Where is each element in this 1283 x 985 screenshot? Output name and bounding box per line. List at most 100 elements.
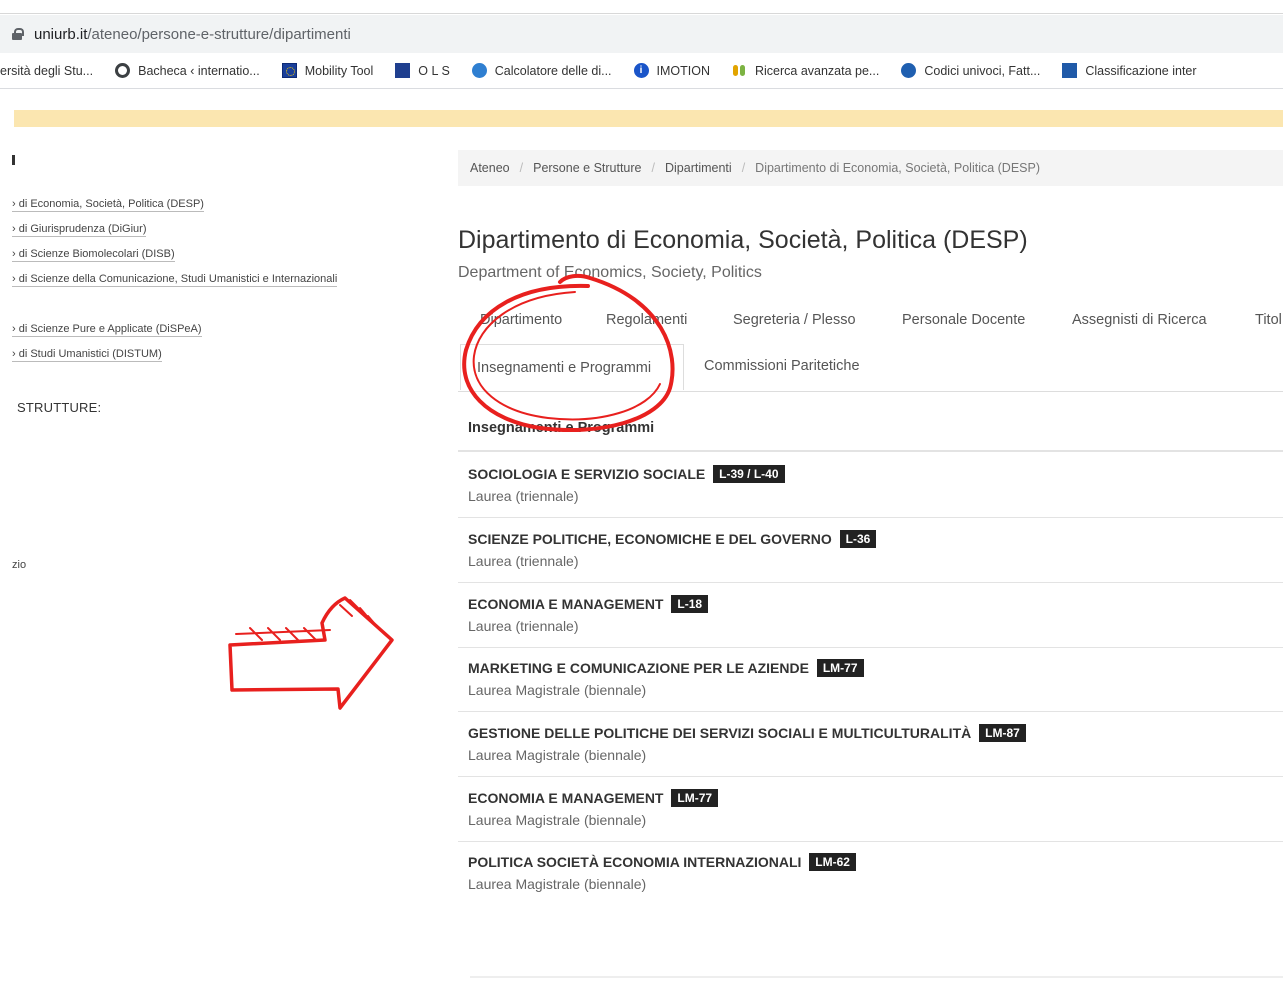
course-code-badge: LM-62 xyxy=(809,853,856,871)
tabs-divider xyxy=(458,391,1283,392)
course-type: Laurea Magistrale (biennale) xyxy=(468,682,647,698)
bookmark-imotion[interactable]: i IMOTION xyxy=(633,63,710,78)
bookmark-ols[interactable]: O L S xyxy=(395,63,450,78)
sidebar-fragment[interactable]: zio xyxy=(12,559,26,571)
tab-dipartimento[interactable]: Dipartimento xyxy=(480,312,562,328)
course-item[interactable]: ECONOMIA E MANAGEMENT L-18 Laurea (trien… xyxy=(458,583,1283,648)
breadcrumb-separator: / xyxy=(741,161,746,175)
arrow-annotation-hatch xyxy=(235,599,381,641)
bookmark-mobility-tool[interactable]: Mobility Tool xyxy=(281,63,374,78)
course-name[interactable]: ECONOMIA E MANAGEMENT LM-77 xyxy=(468,789,1283,807)
bookmark-label: Calcolatore delle di... xyxy=(494,63,612,78)
eu-flag-icon xyxy=(281,63,297,78)
course-code-badge: LM-77 xyxy=(816,659,864,677)
arrow-annotation xyxy=(228,596,394,710)
section-header: Insegnamenti e Programmi xyxy=(458,408,1283,452)
course-type: Laurea (triennale) xyxy=(468,488,579,504)
course-item[interactable]: SCIENZE POLITICHE, ECONOMICHE E DEL GOVE… xyxy=(458,518,1283,583)
bookmark-label: Bacheca ‹ internatio... xyxy=(138,63,260,78)
imotion-icon: i xyxy=(633,63,649,78)
course-item[interactable]: GESTIONE DELLE POLITICHE DEI SERVIZI SOC… xyxy=(458,712,1283,777)
course-code-badge: L-36 xyxy=(839,530,877,548)
sidebar-link-disb[interactable]: › di Scienze Biomolecolari (DISB) xyxy=(12,248,175,262)
course-type: Laurea (triennale) xyxy=(468,553,579,569)
course-type: Laurea Magistrale (biennale) xyxy=(468,812,647,828)
tab-commissioni-paritetiche[interactable]: Commissioni Paritetiche xyxy=(704,358,860,374)
course-title: MARKETING E COMUNICAZIONE PER LE AZIENDE xyxy=(468,660,809,676)
url-path: /ateneo/persone-e-strutture/dipartimenti xyxy=(87,25,351,43)
course-title: ECONOMIA E MANAGEMENT xyxy=(468,596,664,612)
bookmark-universita[interactable]: ersità degli Stu... xyxy=(0,64,93,78)
course-title: SCIENZE POLITICHE, ECONOMICHE E DEL GOVE… xyxy=(468,531,832,547)
course-name[interactable]: MARKETING E COMUNICAZIONE PER LE AZIENDE… xyxy=(468,659,1283,677)
sidebar-link-digiur[interactable]: › di Giurisprudenza (DiGiur) xyxy=(12,223,147,237)
bookmark-label: Mobility Tool xyxy=(304,63,374,78)
course-type: Laurea Magistrale (biennale) xyxy=(468,747,647,763)
bookmark-label: Codici univoci, Fatt... xyxy=(924,63,1041,78)
ols-icon xyxy=(395,63,411,78)
course-item[interactable]: ECONOMIA E MANAGEMENT LM-77 Laurea Magis… xyxy=(458,777,1283,842)
course-code-badge: L-18 xyxy=(671,595,709,613)
sidebar-link-distum[interactable]: › di Studi Umanistici (DISTUM) xyxy=(12,348,162,362)
bookmarks-bar: ersità degli Stu... Bacheca ‹ internatio… xyxy=(0,53,1283,89)
sidebar-heading-strutture: STRUTTURE: xyxy=(17,400,102,415)
lock-icon xyxy=(12,28,24,40)
people-icon xyxy=(732,63,747,78)
course-name[interactable]: SCIENZE POLITICHE, ECONOMICHE E DEL GOVE… xyxy=(468,530,1283,548)
course-title: SOCIOLOGIA E SERVIZIO SOCIALE xyxy=(468,466,706,482)
tabs-row-secondary: Insegnamenti e Programmi Commissioni Par… xyxy=(458,342,1283,392)
course-title: GESTIONE DELLE POLITICHE DEI SERVIZI SOC… xyxy=(468,725,972,741)
bookmark-label: IMOTION xyxy=(656,63,710,78)
classification-icon xyxy=(1062,63,1078,78)
bookmark-calcolatore[interactable]: Calcolatore delle di... xyxy=(471,63,612,78)
breadcrumb-separator: / xyxy=(651,161,655,175)
address-bar[interactable]: uniurb.it/ateneo/persone-e-strutture/dip… xyxy=(0,15,1283,53)
course-title: ECONOMIA E MANAGEMENT xyxy=(468,790,664,806)
breadcrumb-ateneo[interactable]: Ateneo xyxy=(470,161,510,175)
breadcrumb-dipartimenti[interactable]: Dipartimenti xyxy=(665,161,732,175)
tab-insegnamenti-programmi[interactable]: Insegnamenti e Programmi xyxy=(460,344,684,390)
bookmark-ricerca-avanzata[interactable]: Ricerca avanzata pe... xyxy=(732,63,879,78)
breadcrumb-persone-strutture[interactable]: Persone e Strutture xyxy=(533,161,641,175)
course-item[interactable]: SOCIOLOGIA E SERVIZIO SOCIALE L-39 / L-4… xyxy=(458,453,1283,518)
globe-blue-icon xyxy=(901,63,917,78)
course-code-badge: LM-87 xyxy=(979,724,1026,742)
window-top-strip xyxy=(0,0,1283,14)
bookmark-label: Classificazione inter xyxy=(1085,63,1197,78)
course-name[interactable]: POLITICA SOCIETÀ ECONOMIA INTERNAZIONALI… xyxy=(468,853,1283,871)
course-type: Laurea (triennale) xyxy=(468,618,579,634)
course-name[interactable]: GESTIONE DELLE POLITICHE DEI SERVIZI SOC… xyxy=(468,724,1283,742)
breadcrumb-current: Dipartimento di Economia, Società, Polit… xyxy=(755,161,1041,175)
tab-segreteria-plesso[interactable]: Segreteria / Plesso xyxy=(733,312,856,328)
bookmark-label: ersità degli Stu... xyxy=(0,63,94,78)
sidebar-link-comunicazione[interactable]: › di Scienze della Comunicazione, Studi … xyxy=(12,273,338,287)
sidebar-marker xyxy=(12,155,15,165)
breadcrumb-separator: / xyxy=(519,161,524,175)
bookmark-label: Ricerca avanzata pe... xyxy=(754,63,880,78)
sidebar-link-desp[interactable]: › di Economia, Società, Politica (DESP) xyxy=(12,198,204,212)
tab-regolamenti[interactable]: Regolamenti xyxy=(606,312,687,328)
course-item[interactable]: MARKETING E COMUNICAZIONE PER LE AZIENDE… xyxy=(458,647,1283,712)
calculator-icon xyxy=(471,63,487,78)
page-subtitle: Department of Economics, Society, Politi… xyxy=(458,264,762,281)
tabs-row-primary: Dipartimento Regolamenti Segreteria / Pl… xyxy=(458,304,1283,338)
page-title: Dipartimento di Economia, Società, Polit… xyxy=(458,226,1028,254)
bookmark-label: O L S xyxy=(418,63,450,78)
tab-titoli[interactable]: Titol xyxy=(1255,312,1282,328)
bookmark-classificazione[interactable]: Classificazione inter xyxy=(1062,63,1197,78)
url-text[interactable]: uniurb.it/ateneo/persone-e-strutture/dip… xyxy=(34,26,351,43)
bookmark-codici-univoci[interactable]: Codici univoci, Fatt... xyxy=(901,63,1040,78)
course-code-badge: L-39 / L-40 xyxy=(713,465,785,483)
sidebar-link-dispea[interactable]: › di Scienze Pure e Applicate (DiSPeA) xyxy=(12,323,202,337)
course-name[interactable]: ECONOMIA E MANAGEMENT L-18 xyxy=(468,595,1283,613)
url-host: uniurb.it xyxy=(34,25,88,43)
course-name[interactable]: SOCIOLOGIA E SERVIZIO SOCIALE L-39 / L-4… xyxy=(468,465,1283,483)
tab-assegnisti-ricerca[interactable]: Assegnisti di Ricerca xyxy=(1072,312,1207,328)
globe-icon xyxy=(115,63,131,78)
breadcrumb: Ateneo / Persone e Strutture / Dipartime… xyxy=(458,150,1283,186)
course-title: POLITICA SOCIETÀ ECONOMIA INTERNAZIONALI xyxy=(468,854,802,870)
bottom-divider xyxy=(470,976,1283,978)
bookmark-bacheca[interactable]: Bacheca ‹ internatio... xyxy=(115,63,260,78)
course-item[interactable]: POLITICA SOCIETÀ ECONOMIA INTERNAZIONALI… xyxy=(458,841,1283,906)
tab-personale-docente[interactable]: Personale Docente xyxy=(902,312,1025,328)
